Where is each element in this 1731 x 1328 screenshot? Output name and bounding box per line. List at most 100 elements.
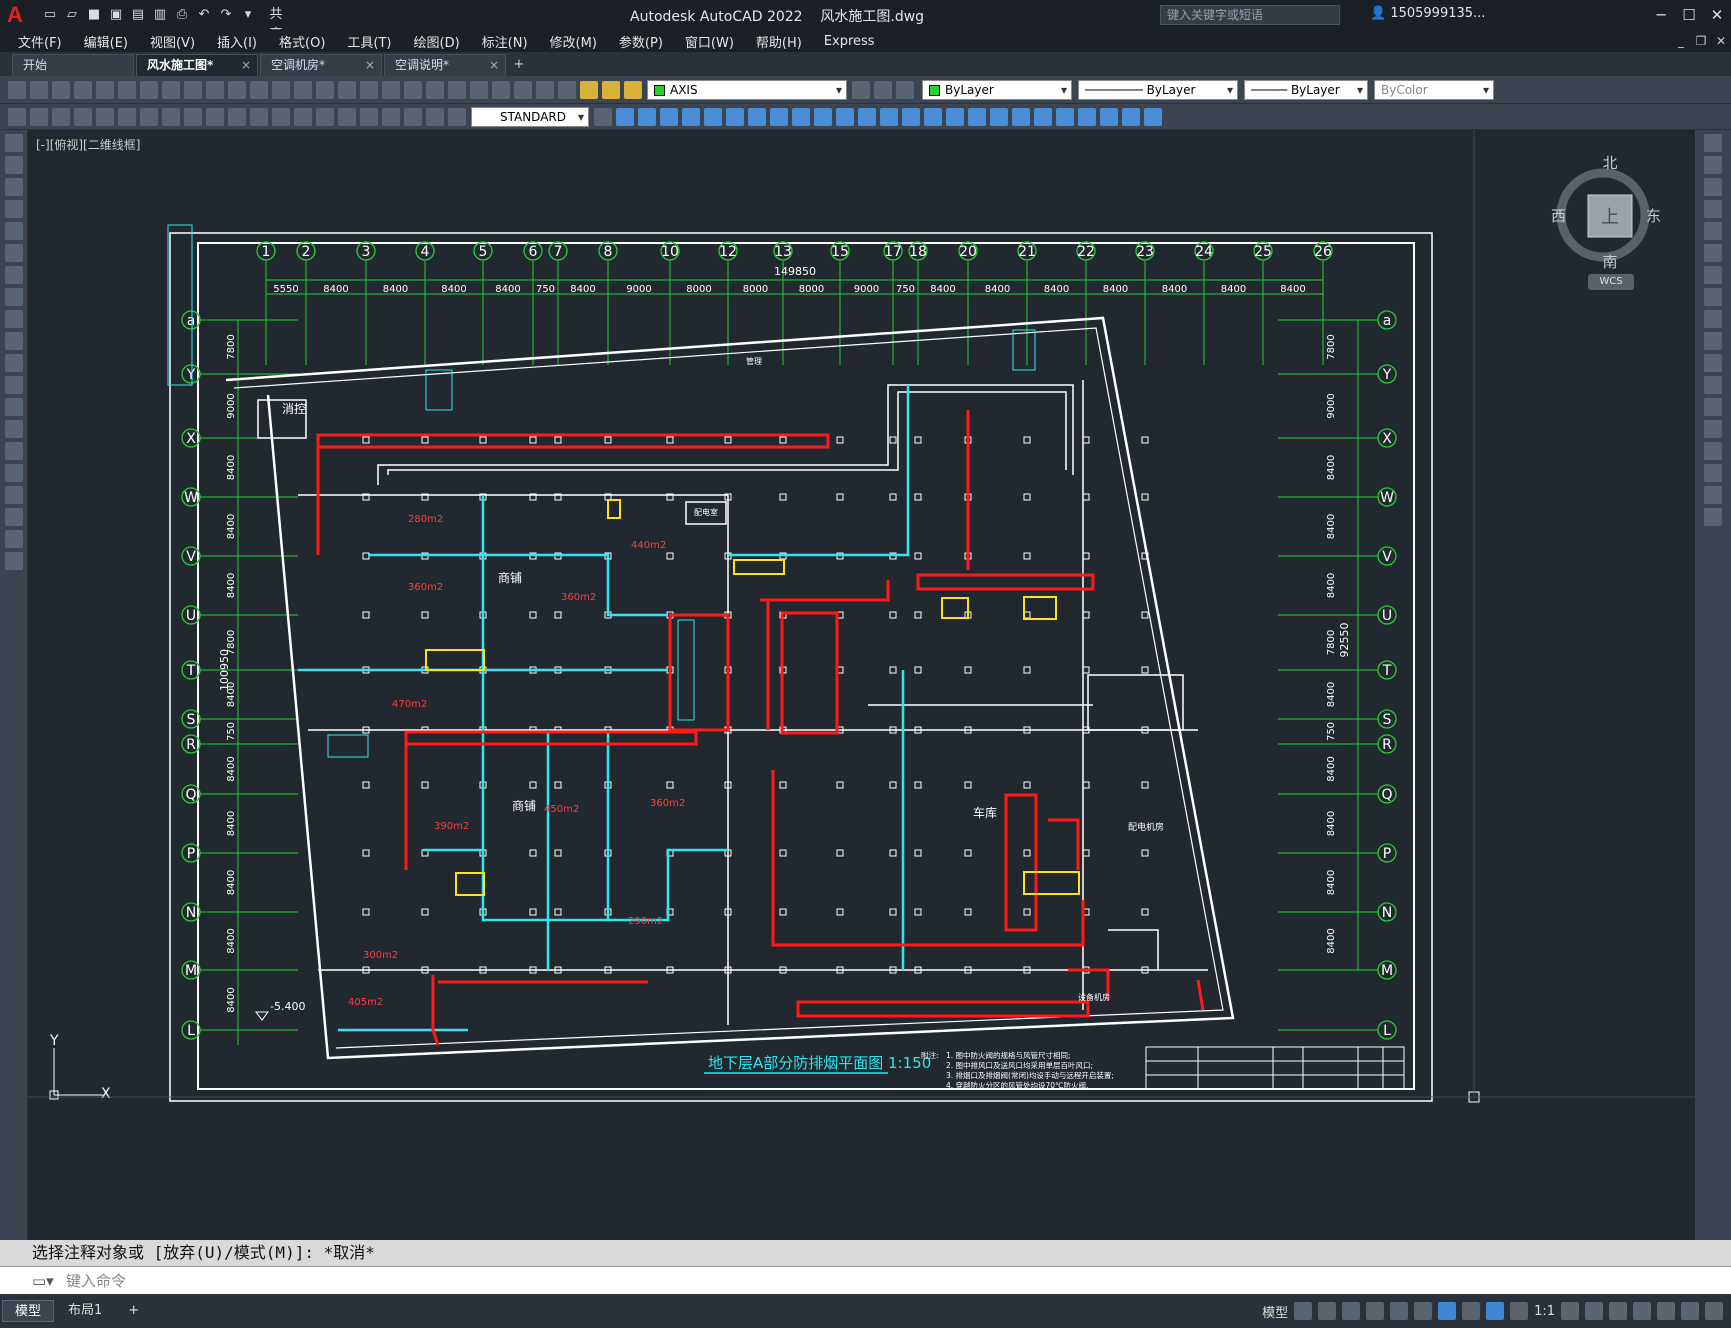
undo-icon[interactable]	[272, 80, 290, 99]
spline-icon[interactable]	[5, 310, 23, 328]
save-icon[interactable]	[52, 80, 70, 99]
annotation-scale[interactable]: 1:1	[1534, 1304, 1555, 1319]
maximize-button[interactable]: ☐	[1675, 0, 1703, 30]
isodraft-icon[interactable]	[1390, 1302, 1409, 1320]
construction-line-icon[interactable]	[5, 156, 23, 174]
annotation-visibility-icon[interactable]	[1486, 1302, 1505, 1320]
doc-close-icon[interactable]: ✕	[1711, 30, 1731, 52]
chamfer-icon[interactable]	[1704, 442, 1722, 460]
add-layout-icon[interactable]: +	[116, 1300, 151, 1322]
continue-icon[interactable]	[250, 107, 268, 126]
scale-icon[interactable]	[836, 107, 854, 126]
stretch-icon[interactable]	[858, 107, 876, 126]
tab-kongtiao-jifang[interactable]: 空调机房* ×	[260, 54, 382, 76]
tool-palettes-icon[interactable]	[448, 80, 466, 99]
menu-file[interactable]: 文件(F)	[18, 32, 62, 51]
point-icon[interactable]	[1078, 107, 1096, 126]
command-input[interactable]: ▭▾ 键入命令	[0, 1266, 1731, 1294]
trim-icon[interactable]	[1704, 332, 1722, 350]
help-search-input[interactable]: 键入关键字或短语	[1160, 5, 1340, 25]
menu-insert[interactable]: 插入(I)	[217, 32, 257, 51]
tab-kongtiao-shuoming[interactable]: 空调说明* ×	[384, 54, 506, 76]
erase-icon[interactable]	[1704, 134, 1722, 152]
linetype-dropdown[interactable]: ──────── ByLayer	[1078, 79, 1238, 100]
new-file-icon[interactable]: ▭	[40, 5, 60, 25]
jogged-icon[interactable]	[140, 107, 158, 126]
make-object-layer-current-icon[interactable]	[852, 80, 870, 99]
publish-icon[interactable]	[118, 80, 136, 99]
block-insert-icon[interactable]	[1034, 107, 1052, 126]
layer-state-icon[interactable]	[896, 80, 914, 99]
array-icon[interactable]	[770, 107, 788, 126]
menu-help[interactable]: 帮助(H)	[756, 32, 802, 51]
autocad-logo-icon[interactable]: A	[0, 0, 30, 30]
rotate-icon[interactable]	[1704, 266, 1722, 284]
chamfer-icon[interactable]	[968, 107, 986, 126]
viewcube[interactable]: 上 北 南 东 西 WCS	[1543, 150, 1663, 290]
explode-icon[interactable]	[1012, 107, 1030, 126]
snap-icon[interactable]	[1318, 1302, 1337, 1320]
floor-plan-drawing[interactable]: 1 2 3 4 5 6 7 8 10 12 13 15 17 18 20 21 22 23 24 25 26 a aY YX…	[28, 130, 1695, 1240]
open-web-icon[interactable]: ▤	[128, 5, 148, 25]
match-properties-icon[interactable]	[228, 80, 246, 99]
quick-leader-icon[interactable]	[206, 107, 224, 126]
mirror-icon[interactable]	[1704, 178, 1722, 196]
minimize-button[interactable]: ─	[1647, 0, 1675, 30]
dimension-space-icon[interactable]	[272, 107, 290, 126]
trim-icon[interactable]	[880, 107, 898, 126]
copy-icon[interactable]	[184, 80, 202, 99]
menu-draw[interactable]: 绘图(D)	[414, 32, 460, 51]
doc-restore-icon[interactable]: ❐	[1691, 30, 1711, 52]
angular-dimension-icon[interactable]	[184, 107, 202, 126]
object-snap-tracking-icon[interactable]	[1414, 1302, 1433, 1320]
zoom-window-icon[interactable]	[360, 80, 378, 99]
tab-layout1[interactable]: 布局1	[56, 1300, 114, 1322]
orbit-icon[interactable]	[616, 107, 634, 126]
pan-icon[interactable]	[316, 80, 334, 99]
offset-icon[interactable]	[748, 107, 766, 126]
menu-express[interactable]: Express	[824, 34, 875, 49]
tab-start[interactable]: 开始	[12, 54, 134, 76]
hatch-icon[interactable]	[5, 442, 23, 460]
ortho-icon[interactable]	[1342, 1302, 1361, 1320]
zoom-realtime-icon[interactable]	[338, 80, 356, 99]
menu-parametric[interactable]: 参数(P)	[619, 32, 663, 51]
move-icon[interactable]	[792, 107, 810, 126]
hatch-icon[interactable]	[1100, 107, 1118, 126]
color-dropdown[interactable]: ByLayer	[922, 79, 1072, 100]
table-icon[interactable]	[5, 508, 23, 526]
revision-cloud-icon[interactable]	[5, 288, 23, 306]
fillet-icon[interactable]	[1704, 464, 1722, 482]
continuous-orbit-icon[interactable]	[660, 107, 678, 126]
polar-icon[interactable]	[1366, 1302, 1385, 1320]
properties-icon[interactable]	[404, 80, 422, 99]
redo-icon[interactable]	[294, 80, 312, 99]
baseline-icon[interactable]	[228, 107, 246, 126]
drawing-viewport[interactable]: [-][俯视][二维线框] 1 2 3 4 5 6 7 8 10 12 13 15 17 18 20 21 22…	[28, 130, 1695, 1240]
tab-model[interactable]: 模型	[2, 1300, 55, 1322]
user-account[interactable]: 👤 1505999135...	[1370, 6, 1485, 21]
block-editor-icon[interactable]	[250, 80, 268, 99]
close-tab-icon[interactable]: ×	[489, 55, 499, 75]
save-as-icon[interactable]: ▣	[106, 5, 126, 25]
polygon-icon[interactable]	[5, 200, 23, 218]
close-button[interactable]: ✕	[1703, 0, 1731, 30]
dimension-text-edit-icon[interactable]	[426, 107, 444, 126]
jogged-linear-icon[interactable]	[382, 107, 400, 126]
text-style-dropdown[interactable]: STANDARD	[471, 106, 589, 127]
scale-icon[interactable]	[1704, 288, 1722, 306]
save-icon[interactable]: ■	[84, 5, 104, 25]
annotation-monitor-icon[interactable]	[1585, 1302, 1603, 1320]
doc-minimize-icon[interactable]: _	[1671, 30, 1691, 52]
dimension-break-icon[interactable]	[294, 107, 312, 126]
menu-tools[interactable]: 工具(T)	[347, 32, 391, 51]
open-icon[interactable]	[30, 80, 48, 99]
customization-menu-icon[interactable]	[1705, 1302, 1723, 1320]
command-prompt-icon[interactable]: ▭▾	[32, 1267, 54, 1295]
tolerance-icon[interactable]	[316, 107, 334, 126]
close-tab-icon[interactable]: ×	[365, 55, 375, 75]
center-mark-icon[interactable]	[338, 107, 356, 126]
menu-window[interactable]: 窗口(W)	[685, 32, 734, 51]
menu-dimension[interactable]: 标注(N)	[482, 32, 528, 51]
ellipse-arc-icon[interactable]	[5, 354, 23, 372]
